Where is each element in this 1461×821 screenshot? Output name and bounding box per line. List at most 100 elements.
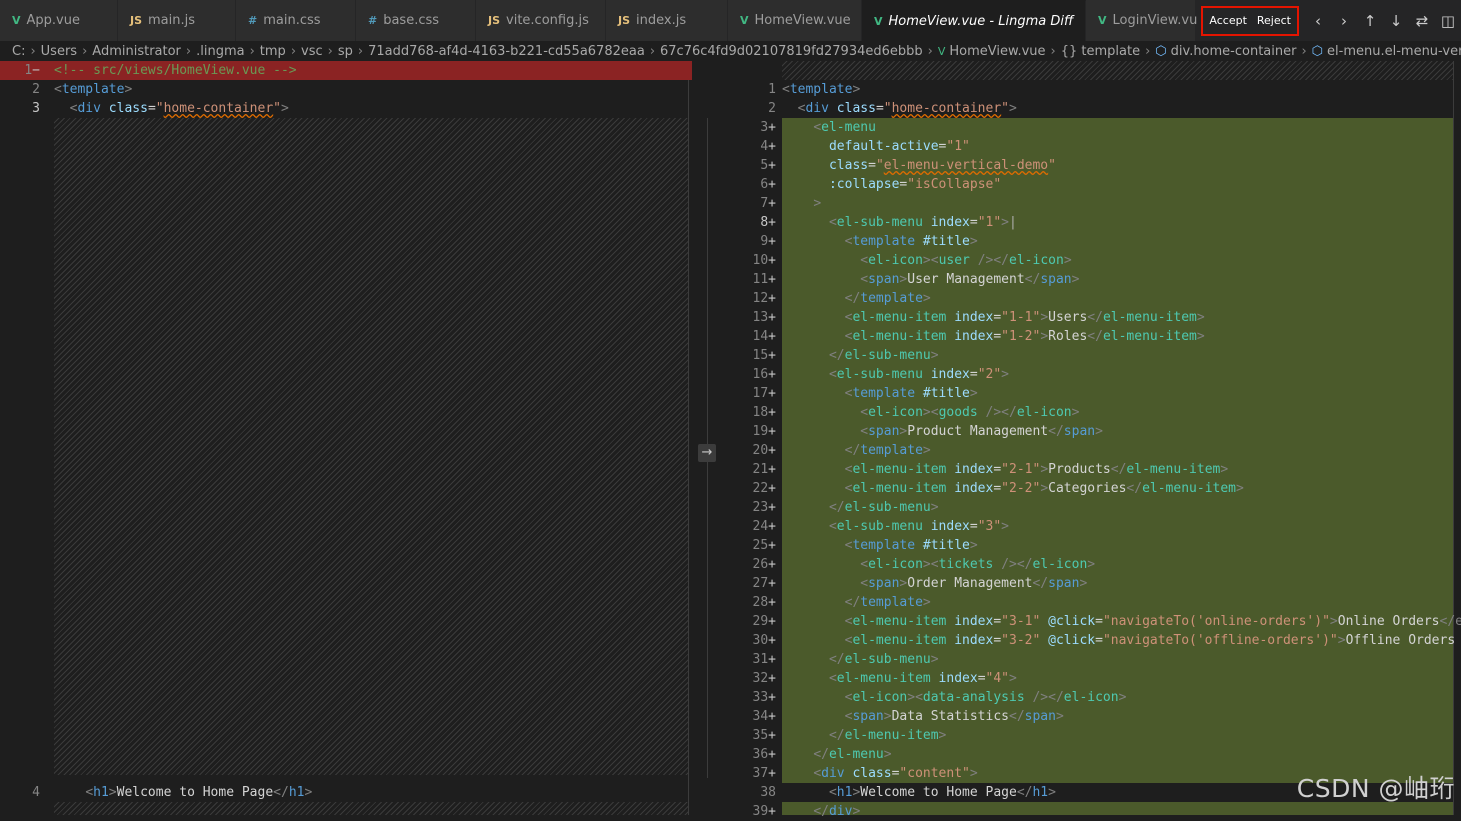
- code-line[interactable]: 31+ </el-sub-menu>: [722, 650, 1461, 669]
- code-line[interactable]: 4 <h1>Welcome to Home Page</h1>: [0, 783, 692, 802]
- code-line[interactable]: 33+ <el-icon><data-analysis /></el-icon>: [722, 688, 1461, 707]
- tab-8[interactable]: V LoginView.vu: [1086, 0, 1197, 41]
- code-line[interactable]: 35+ </el-menu-item>: [722, 726, 1461, 745]
- code-line[interactable]: 9+ <template #title>: [722, 232, 1461, 251]
- code-line[interactable]: 25+ <template #title>: [722, 536, 1461, 555]
- line-number-value: 11: [752, 272, 769, 287]
- code-line[interactable]: 11+ <span>User Management</span>: [722, 270, 1461, 289]
- line-number: 36+: [722, 745, 776, 764]
- code-line[interactable]: 23+ </el-sub-menu>: [722, 498, 1461, 517]
- line-number-value: 3: [760, 120, 769, 135]
- breadcrumb-item[interactable]: Users: [41, 44, 77, 59]
- code-line[interactable]: 20+ </template>: [722, 441, 1461, 460]
- code-line[interactable]: 4+ default-active="1": [722, 137, 1461, 156]
- swap-icon[interactable]: ⇄: [1409, 12, 1435, 30]
- code-line[interactable]: 3+ <el-menu: [722, 118, 1461, 137]
- code-line[interactable]: 32+ <el-menu-item index="4">: [722, 669, 1461, 688]
- code-line[interactable]: 14+ <el-menu-item index="1-2">Roles</el-…: [722, 327, 1461, 346]
- code-line[interactable]: 13+ <el-menu-item index="1-1">Users</el-…: [722, 308, 1461, 327]
- code-line[interactable]: 29+ <el-menu-item index="3-1" @click="na…: [722, 612, 1461, 631]
- code-line[interactable]: 6+ :collapse="isCollapse": [722, 175, 1461, 194]
- line-number-value: 2: [32, 82, 40, 97]
- chevron-right-icon: ›: [649, 43, 656, 59]
- line-number-value: 9: [760, 234, 769, 249]
- code-text: </template>: [844, 443, 931, 458]
- tab-5[interactable]: JS index.js: [606, 0, 728, 41]
- breadcrumb-item[interactable]: div.home-container: [1171, 44, 1297, 59]
- code-line[interactable]: 26+ <el-icon><tickets /></el-icon>: [722, 555, 1461, 574]
- vue-file-icon: V: [12, 14, 21, 27]
- breadcrumb-item[interactable]: 71add768-af4d-4163-b221-cd55a6782eaa: [368, 44, 645, 59]
- line-number: 25+: [722, 536, 776, 555]
- code-line[interactable]: 28+ </template>: [722, 593, 1461, 612]
- breadcrumb-item[interactable]: .lingma: [196, 44, 244, 59]
- tab-7[interactable]: VHomeView.vue - Lingma Diff✕: [862, 0, 1097, 41]
- code-line[interactable]: 10+ <el-icon><user /></el-icon>: [722, 251, 1461, 270]
- revert-arrow-icon[interactable]: →: [698, 444, 716, 462]
- code-line[interactable]: 5+ class="el-menu-vertical-demo": [722, 156, 1461, 175]
- code-line[interactable]: 2 <div class="home-container">: [722, 99, 1461, 118]
- next-change-icon[interactable]: ›: [1331, 12, 1357, 30]
- breadcrumb-item[interactable]: el-menu.el-menu-vertical-demo: [1327, 44, 1461, 59]
- tab-3[interactable]: # base.css: [356, 0, 476, 41]
- breadcrumb-item[interactable]: C:: [12, 44, 25, 59]
- reject-button[interactable]: Reject: [1257, 14, 1291, 27]
- line-number: 6+: [722, 175, 776, 194]
- breadcrumb-item[interactable]: 67c76c4fd9d02107819fd27934ed6ebbb: [660, 44, 923, 59]
- breadcrumb-item[interactable]: sp: [338, 44, 353, 59]
- diff-center-gutter: →: [692, 61, 722, 815]
- code-line[interactable]: 2 <template>: [0, 80, 692, 99]
- up-arrow-icon[interactable]: ↑: [1357, 12, 1383, 30]
- tab-0[interactable]: V App.vue: [0, 0, 118, 41]
- breadcrumb-item[interactable]: {} template: [1061, 44, 1140, 59]
- line-number: 33+: [722, 688, 776, 707]
- line-number-value: 8: [760, 215, 769, 230]
- accept-reject-group: Accept Reject: [1201, 5, 1299, 36]
- tab-1[interactable]: JS main.js: [118, 0, 236, 41]
- code-line[interactable]: 18+ <el-icon><goods /></el-icon>: [722, 403, 1461, 422]
- code-line[interactable]: 27+ <span>Order Management</span>: [722, 574, 1461, 593]
- code-line[interactable]: 8+ <el-sub-menu index="1">|: [722, 213, 1461, 232]
- line-number-value: 17: [752, 386, 769, 401]
- diff-modified-pane[interactable]: 1 <template> 2 <div class="home-container…: [722, 61, 1461, 819]
- code-line[interactable]: 12+ </template>: [722, 289, 1461, 308]
- diff-original-pane[interactable]: 1− <!-- src/views/HomeView.vue --> 2 <temp…: [0, 61, 692, 815]
- breadcrumb-item[interactable]: Administrator: [92, 44, 181, 59]
- code-line[interactable]: 30+ <el-menu-item index="3-2" @click="na…: [722, 631, 1461, 650]
- code-line[interactable]: 1− <!-- src/views/HomeView.vue -->: [0, 61, 692, 80]
- breadcrumb-item[interactable]: tmp: [260, 44, 286, 59]
- line-number: 30+: [722, 631, 776, 650]
- code-line[interactable]: 24+ <el-sub-menu index="3">: [722, 517, 1461, 536]
- down-arrow-icon[interactable]: ↓: [1383, 12, 1409, 30]
- code-line[interactable]: 1 <template>: [722, 80, 1461, 99]
- code-line[interactable]: 17+ <template #title>: [722, 384, 1461, 403]
- code-text: <div class="home-container">: [69, 101, 289, 116]
- tab-2[interactable]: # main.css: [236, 0, 356, 41]
- breadcrumb-item[interactable]: HomeView.vue: [949, 44, 1045, 59]
- split-editor-icon[interactable]: ◫: [1435, 12, 1461, 30]
- code-line[interactable]: 16+ <el-sub-menu index="2">: [722, 365, 1461, 384]
- code-line[interactable]: 3 <div class="home-container">: [0, 99, 692, 118]
- line-number: 29+: [722, 612, 776, 631]
- diff-marker: +: [768, 576, 776, 591]
- code-line[interactable]: 19+ <span>Product Management</span>: [722, 422, 1461, 441]
- previous-change-icon[interactable]: ‹: [1305, 12, 1331, 30]
- line-number-value: 25: [752, 538, 769, 553]
- code-line[interactable]: 7+ >: [722, 194, 1461, 213]
- code-line[interactable]: 15+ </el-sub-menu>: [722, 346, 1461, 365]
- line-number-value: 12: [752, 291, 769, 306]
- line-number-value: 6: [760, 177, 769, 192]
- code-line[interactable]: 21+ <el-menu-item index="2-1">Products</…: [722, 460, 1461, 479]
- diff-marker: +: [768, 671, 776, 686]
- chevron-right-icon: ›: [357, 43, 364, 59]
- line-number-value: 35: [752, 728, 769, 743]
- diff-marker: +: [768, 386, 776, 401]
- tab-4[interactable]: JS vite.config.js: [476, 0, 606, 41]
- code-line[interactable]: 34+ <span>Data Statistics</span>: [722, 707, 1461, 726]
- tab-6[interactable]: V HomeView.vue: [728, 0, 862, 41]
- code-line[interactable]: 22+ <el-menu-item index="2-2">Categories…: [722, 479, 1461, 498]
- accept-button[interactable]: Accept: [1209, 14, 1247, 27]
- breadcrumb-item[interactable]: vsc: [301, 44, 323, 59]
- code-text: <el-menu-item index="3-2" @click="naviga…: [844, 633, 1456, 648]
- code-line[interactable]: 36+ </el-menu>: [722, 745, 1461, 764]
